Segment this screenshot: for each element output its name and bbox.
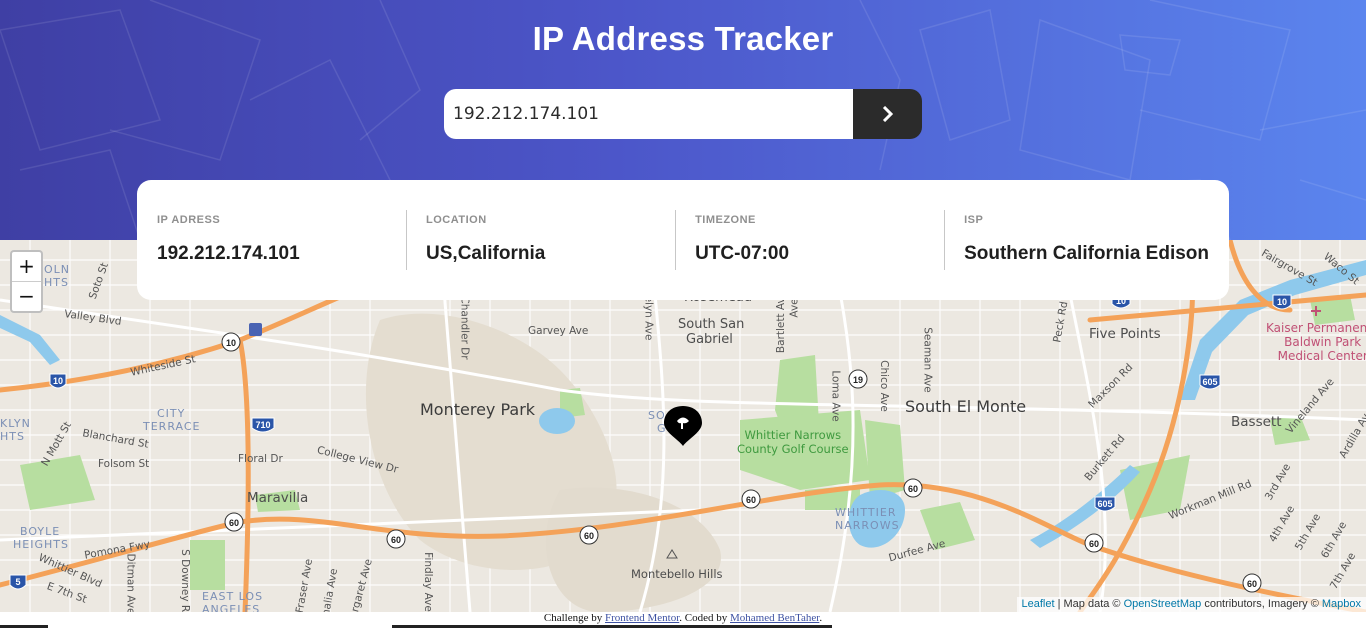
map-label-city-terrace-2: TERRACE: [143, 420, 201, 433]
map-label-city-terrace: CITY: [157, 407, 186, 420]
search-submit-button[interactable]: [853, 89, 922, 139]
author-link[interactable]: Mohamed BenTaher: [730, 612, 819, 624]
ip-address-value: 192.212.174.101: [157, 243, 300, 264]
svg-text:60: 60: [584, 531, 594, 541]
transit-icon: [249, 323, 262, 336]
shield-i5: 5: [15, 577, 20, 587]
ip-info-card: IP ADRESS 192.212.174.101 LOCATION US,Ca…: [137, 180, 1229, 300]
map-label-five-points: Five Points: [1089, 326, 1161, 342]
location-label: LOCATION: [426, 214, 487, 226]
map-label-kaiser: Kaiser Permanente Baldwin Park Medical C…: [1266, 321, 1366, 363]
page-title: IP Address Tracker: [532, 20, 834, 57]
svg-text:60: 60: [1089, 539, 1099, 549]
shield-i710: 710: [255, 420, 270, 430]
location-marker-icon[interactable]: [663, 405, 703, 447]
map-label-east-los-angeles: EAST LOS: [202, 590, 264, 603]
map-label-south-san-gabriel: South San: [678, 317, 745, 332]
svg-text:605: 605: [1097, 499, 1112, 509]
svg-text:60: 60: [229, 518, 239, 528]
shield-r10: 10: [226, 338, 236, 348]
ip-address-label: IP ADRESS: [157, 214, 221, 226]
shield-i605: 605: [1202, 377, 1217, 387]
shield-i10: 10: [53, 376, 63, 386]
map-label-golf-course: Whittier Narrows County Golf Course: [737, 428, 849, 456]
svg-text:60: 60: [908, 484, 918, 494]
map-label-monterey-park: Monterey Park: [420, 400, 536, 419]
street-folsom-st: Folsom St: [98, 458, 150, 470]
street-seaman-ave: Seaman Ave: [921, 327, 934, 393]
location-section: LOCATION US,California: [406, 180, 675, 300]
street-ave-partial: Ave: [788, 298, 801, 318]
street-s-downey-rd: S Downey Rd: [178, 549, 191, 612]
map-label-klyn-2: HTS: [0, 430, 25, 443]
isp-label: ISP: [964, 214, 984, 226]
street-evelyn-ave: elyn Ave: [642, 295, 655, 341]
ip-address-section: IP ADRESS 192.212.174.101: [137, 180, 406, 300]
map-label-south-el-monte: South El Monte: [905, 397, 1027, 416]
map-label-bassett: Bassett: [1231, 414, 1282, 430]
map-label-east-los-angeles-2: ANGELES: [202, 603, 261, 612]
zoom-control: + −: [10, 250, 43, 313]
timezone-section: TIMEZONE UTC-07:00: [675, 180, 944, 300]
chevron-right-icon: [882, 106, 893, 122]
map-label-klyn: KLYN: [0, 417, 31, 430]
map-label-lincoln-heights: OLN: [44, 263, 71, 276]
street-bartlett-ave: Bartlett Ave: [775, 290, 788, 354]
timezone-value: UTC-07:00: [695, 243, 790, 264]
shield-r19: 19: [853, 375, 863, 385]
street-loma-ave: Loma Ave: [829, 370, 842, 422]
map-label-whittier-narrows-2: NARROWS: [835, 519, 900, 532]
street-chandler-dr: Chandler Dr: [458, 296, 471, 360]
svg-text:60: 60: [1247, 579, 1257, 589]
svg-text:10: 10: [1277, 297, 1287, 307]
frontend-mentor-link[interactable]: Frontend Mentor: [605, 612, 679, 624]
leaflet-link[interactable]: Leaflet: [1022, 598, 1055, 610]
street-findlay-ave: Findlay Ave: [421, 552, 434, 612]
zoom-out-button[interactable]: −: [12, 282, 41, 312]
timezone-label: TIMEZONE: [695, 214, 756, 226]
street-ditman-ave: Ditman Ave: [124, 553, 137, 612]
svg-text:60: 60: [746, 495, 756, 505]
map-label-maravilla: Maravilla: [247, 490, 309, 506]
street-chico-ave: Chico Ave: [877, 360, 890, 412]
isp-section: ISP Southern California Edison: [944, 180, 1229, 300]
map-label-lincoln-heights-2: HTS: [44, 276, 69, 289]
location-value: US,California: [426, 243, 546, 264]
svg-text:60: 60: [391, 535, 401, 545]
ip-search-input[interactable]: [444, 89, 853, 139]
ip-search-form: [444, 89, 922, 139]
street-floral-dr: Floral Dr: [238, 453, 283, 465]
map-label-boyle-heights-2: HEIGHTS: [13, 538, 69, 551]
map-label-south-san-gabriel-2: Gabriel: [686, 332, 733, 347]
map-label-whittier-narrows: WHITTIER: [835, 506, 897, 519]
map-attribution: Leaflet | Map data © OpenStreetMap contr…: [1016, 597, 1366, 612]
map-label-montebello-hills: Montebello Hills: [631, 567, 723, 581]
map-label-boyle-heights: BOYLE: [20, 525, 61, 538]
street-garvey-ave: Garvey Ave: [528, 325, 589, 337]
zoom-in-button[interactable]: +: [12, 252, 41, 282]
isp-value: Southern California Edison: [964, 243, 1209, 264]
mapbox-link[interactable]: Mapbox: [1322, 598, 1361, 610]
openstreetmap-link[interactable]: OpenStreetMap: [1124, 598, 1202, 610]
